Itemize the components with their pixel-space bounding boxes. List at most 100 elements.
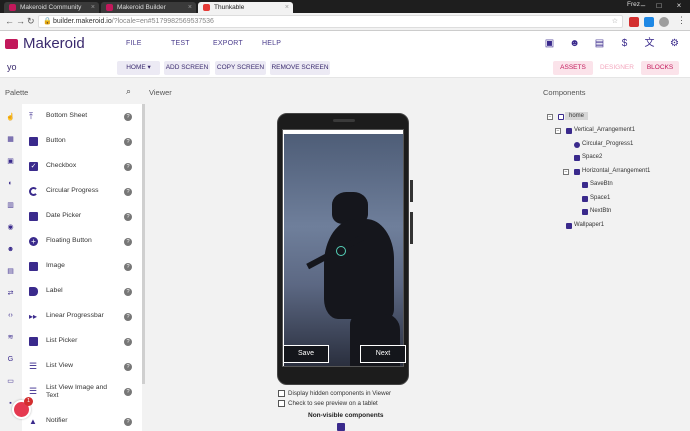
- tab-makeroid-community[interactable]: Makeroid Community ×: [4, 2, 99, 13]
- palette-item-notifier[interactable]: ▲ Notifier ?: [22, 409, 142, 431]
- tree-item-space1[interactable]: Space1: [590, 195, 610, 201]
- tree-item-wallpaper[interactable]: Wallpaper1: [574, 222, 604, 228]
- minimize-icon[interactable]: –: [636, 0, 650, 12]
- assets-button[interactable]: ASSETS: [553, 61, 593, 75]
- button-icon: [582, 209, 588, 215]
- collapse-toggle-icon[interactable]: −: [547, 114, 553, 120]
- new-folder-icon[interactable]: ▣: [543, 38, 556, 50]
- display-hidden-checkbox[interactable]: [278, 390, 285, 397]
- help-icon[interactable]: ?: [124, 163, 132, 171]
- media-icon[interactable]: ▣: [6, 157, 15, 166]
- tree-item-home[interactable]: home: [565, 112, 589, 120]
- close-window-icon[interactable]: ×: [672, 0, 686, 12]
- dollar-icon[interactable]: $: [618, 38, 631, 50]
- menu-file[interactable]: FILE: [126, 40, 142, 47]
- menu-test[interactable]: TEST: [171, 40, 190, 47]
- help-icon[interactable]: ?: [124, 188, 132, 196]
- social-icon[interactable]: ☻: [6, 245, 15, 254]
- bookmark-star-icon[interactable]: ☆: [612, 16, 618, 28]
- palette-item-list-picker[interactable]: List Picker ?: [22, 329, 142, 354]
- touch-icon[interactable]: ☝: [6, 113, 15, 122]
- palette-item-label: Button: [46, 137, 66, 144]
- close-tab-icon[interactable]: ×: [188, 2, 192, 13]
- copy-screen-button[interactable]: COPY SCREEN: [215, 61, 266, 75]
- help-icon[interactable]: ?: [124, 313, 132, 321]
- tab-thunkable[interactable]: Thunkable ×: [198, 2, 293, 13]
- palette-item-checkbox[interactable]: ✓ Checkbox ?: [22, 154, 142, 179]
- browser-menu-icon[interactable]: ⋮: [677, 15, 686, 26]
- phone-screen: [282, 129, 404, 367]
- extension-icon[interactable]: [659, 17, 669, 27]
- tree-item-nextbtn[interactable]: NextBtn: [590, 208, 611, 214]
- palette-scrollbar[interactable]: [142, 104, 145, 384]
- help-icon[interactable]: ?: [124, 288, 132, 296]
- sensor-icon[interactable]: ◉: [6, 223, 15, 232]
- tree-item-space2[interactable]: Space2: [582, 154, 602, 160]
- reload-icon[interactable]: ↻: [27, 16, 35, 27]
- layout-icon[interactable]: ▦: [6, 135, 15, 144]
- nonvisible-component-icon[interactable]: [337, 423, 345, 431]
- palette-item-list-view-image-text[interactable]: ☰ List View Image and Text ?: [22, 379, 142, 409]
- close-tab-icon[interactable]: ×: [91, 2, 95, 13]
- phone-side-button: [410, 212, 413, 244]
- palette-item-linear-progressbar[interactable]: ▸▸ Linear Progressbar ?: [22, 304, 142, 329]
- palette-item-label[interactable]: Label ?: [22, 279, 142, 304]
- tree-item-circular-progress[interactable]: Circular_Progress1: [582, 141, 633, 147]
- tree-item-horizontal-arrangement[interactable]: Horizontal_Arrangement1: [582, 168, 650, 174]
- remove-screen-button[interactable]: REMOVE SCREEN: [270, 61, 330, 75]
- palette-item-label: Linear Progressbar: [46, 312, 104, 319]
- screen-select[interactable]: HOME ▾: [117, 61, 160, 75]
- blocks-button[interactable]: BLOCKS: [641, 61, 679, 75]
- label-icon: [29, 287, 38, 296]
- display-hidden-label: Display hidden components in Viewer: [288, 390, 392, 397]
- save-button[interactable]: Save: [283, 345, 329, 363]
- settings-icon[interactable]: ⚙: [668, 38, 681, 50]
- palette-item-floating-button[interactable]: + Floating Button ?: [22, 229, 142, 254]
- back-icon[interactable]: ←: [5, 16, 14, 26]
- next-button[interactable]: Next: [360, 345, 406, 363]
- tree-item-savebtn[interactable]: SaveBtn: [590, 181, 613, 187]
- help-icon[interactable]: ?: [124, 238, 132, 246]
- translate-icon[interactable]: 文: [643, 38, 656, 50]
- code-icon[interactable]: ‹›: [6, 311, 15, 320]
- help-icon[interactable]: ?: [124, 263, 132, 271]
- maximize-icon[interactable]: □: [652, 0, 666, 12]
- add-screen-button[interactable]: ADD SCREEN: [164, 61, 210, 75]
- designer-button[interactable]: DESIGNER: [597, 61, 637, 75]
- connectivity-icon[interactable]: ⇄: [6, 289, 15, 298]
- storage-icon[interactable]: ▤: [6, 267, 15, 276]
- google-icon[interactable]: G: [6, 355, 15, 364]
- help-icon[interactable]: ?: [124, 388, 132, 396]
- search-icon[interactable]: ⌕: [126, 86, 131, 97]
- collapse-toggle-icon[interactable]: −: [555, 128, 561, 134]
- help-icon[interactable]: ?: [124, 213, 132, 221]
- extension-icon[interactable]: [644, 17, 654, 27]
- tab-makeroid-builder[interactable]: Makeroid Builder ×: [101, 2, 196, 13]
- palette-item-button[interactable]: Button ?: [22, 129, 142, 154]
- extension-icon[interactable]: [629, 17, 639, 27]
- map-icon[interactable]: ▥: [6, 201, 15, 210]
- tablet-preview-checkbox[interactable]: [278, 400, 285, 407]
- help-icon[interactable]: ?: [124, 363, 132, 371]
- help-icon[interactable]: ?: [124, 338, 132, 346]
- palette-item-image[interactable]: Image ?: [22, 254, 142, 279]
- people-icon[interactable]: ☻: [568, 38, 581, 50]
- palette-item-bottom-sheet[interactable]: ⤒ Bottom Sheet ?: [22, 104, 142, 129]
- palette-item-circular-progress[interactable]: Circular Progress ?: [22, 179, 142, 204]
- collapse-toggle-icon[interactable]: −: [563, 169, 569, 175]
- rss-icon[interactable]: ≋: [6, 333, 15, 342]
- forward-icon[interactable]: →: [16, 16, 25, 26]
- menu-help[interactable]: HELP: [262, 40, 281, 47]
- monitor-icon[interactable]: ▭: [6, 377, 15, 386]
- palette-icon[interactable]: ◐: [6, 179, 15, 188]
- close-tab-icon[interactable]: ×: [285, 2, 289, 13]
- library-icon[interactable]: ▤: [593, 38, 606, 50]
- palette-item-list-view[interactable]: ☰ List View ?: [22, 354, 142, 379]
- menu-export[interactable]: EXPORT: [213, 40, 243, 47]
- help-icon[interactable]: ?: [124, 418, 132, 426]
- help-icon[interactable]: ?: [124, 113, 132, 121]
- palette-item-date-picker[interactable]: Date Picker ?: [22, 204, 142, 229]
- tree-item-vertical-arrangement[interactable]: Vertical_Arrangement1: [574, 127, 635, 133]
- help-icon[interactable]: ?: [124, 138, 132, 146]
- address-bar[interactable]: 🔒 builder.makeroid.io/?locale=en#5179982…: [38, 15, 623, 28]
